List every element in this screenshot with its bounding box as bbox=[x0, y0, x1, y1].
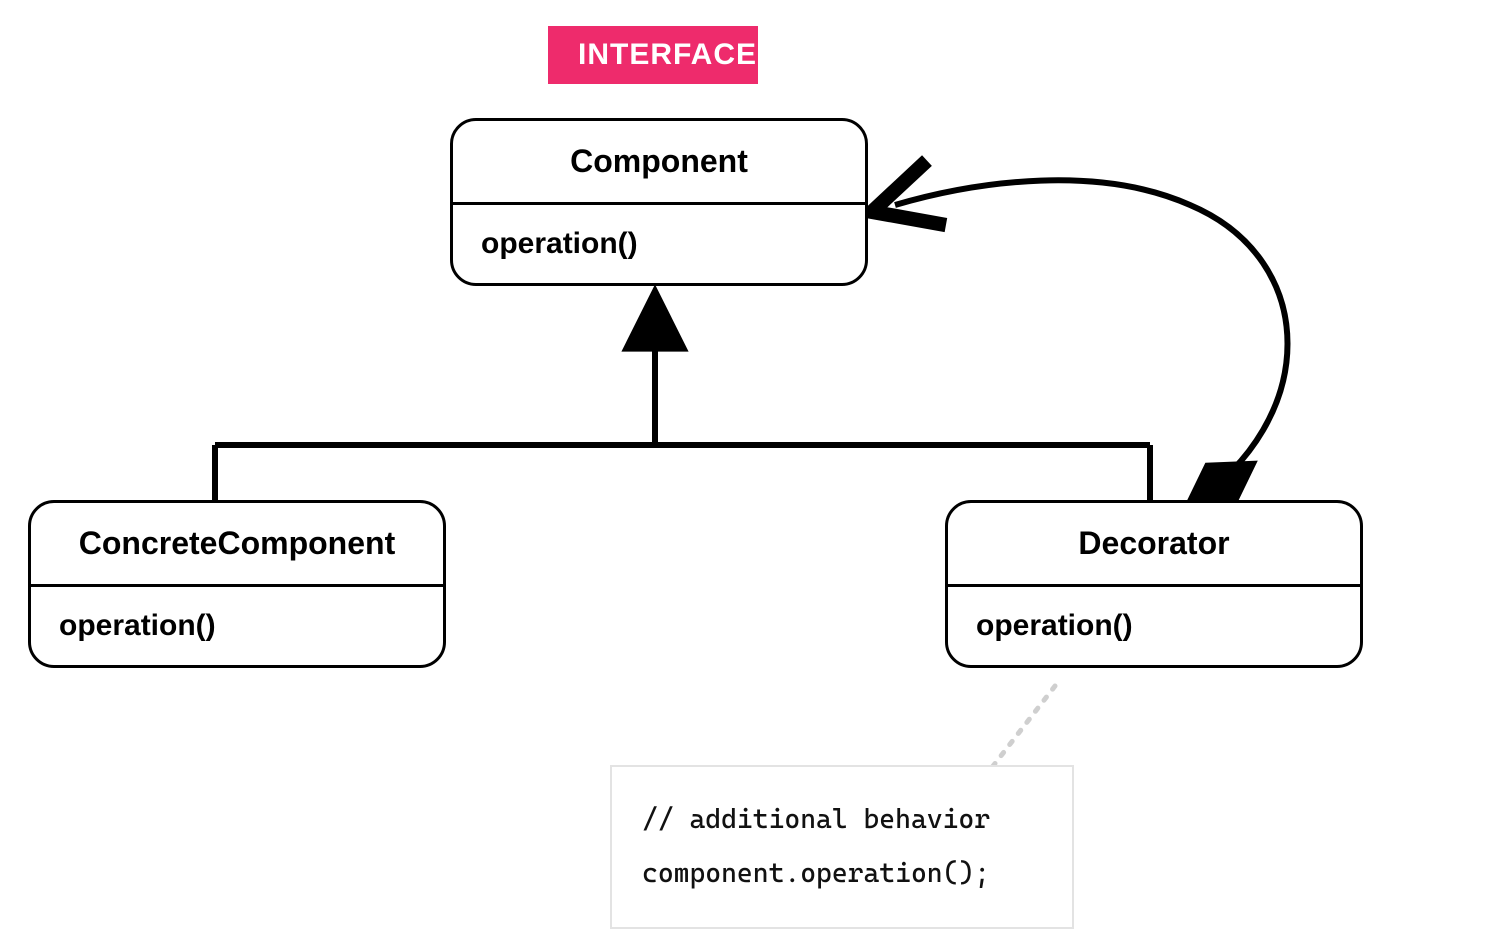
edge-note-anchor bbox=[990, 686, 1055, 770]
class-decorator: Decorator operation() bbox=[945, 500, 1363, 668]
class-component-operation: operation() bbox=[453, 205, 865, 283]
stereotype-interface: INTERFACE bbox=[548, 26, 758, 84]
class-concrete-title: ConcreteComponent bbox=[31, 503, 443, 584]
note-line-1: // additional behavior bbox=[642, 793, 1042, 847]
note-line-2: component.operation(); bbox=[642, 847, 1042, 901]
decorator-operation-note: // additional behavior component.operati… bbox=[610, 765, 1074, 929]
diagram-canvas: INTERFACE Component operation() Concrete… bbox=[0, 0, 1492, 952]
edge-decorator-has-component bbox=[895, 180, 1288, 505]
class-decorator-title: Decorator bbox=[948, 503, 1360, 584]
class-decorator-operation: operation() bbox=[948, 587, 1360, 665]
class-concrete-component: ConcreteComponent operation() bbox=[28, 500, 446, 668]
class-component-title: Component bbox=[453, 121, 865, 202]
class-component: Component operation() bbox=[450, 118, 868, 286]
class-concrete-operation: operation() bbox=[31, 587, 443, 665]
